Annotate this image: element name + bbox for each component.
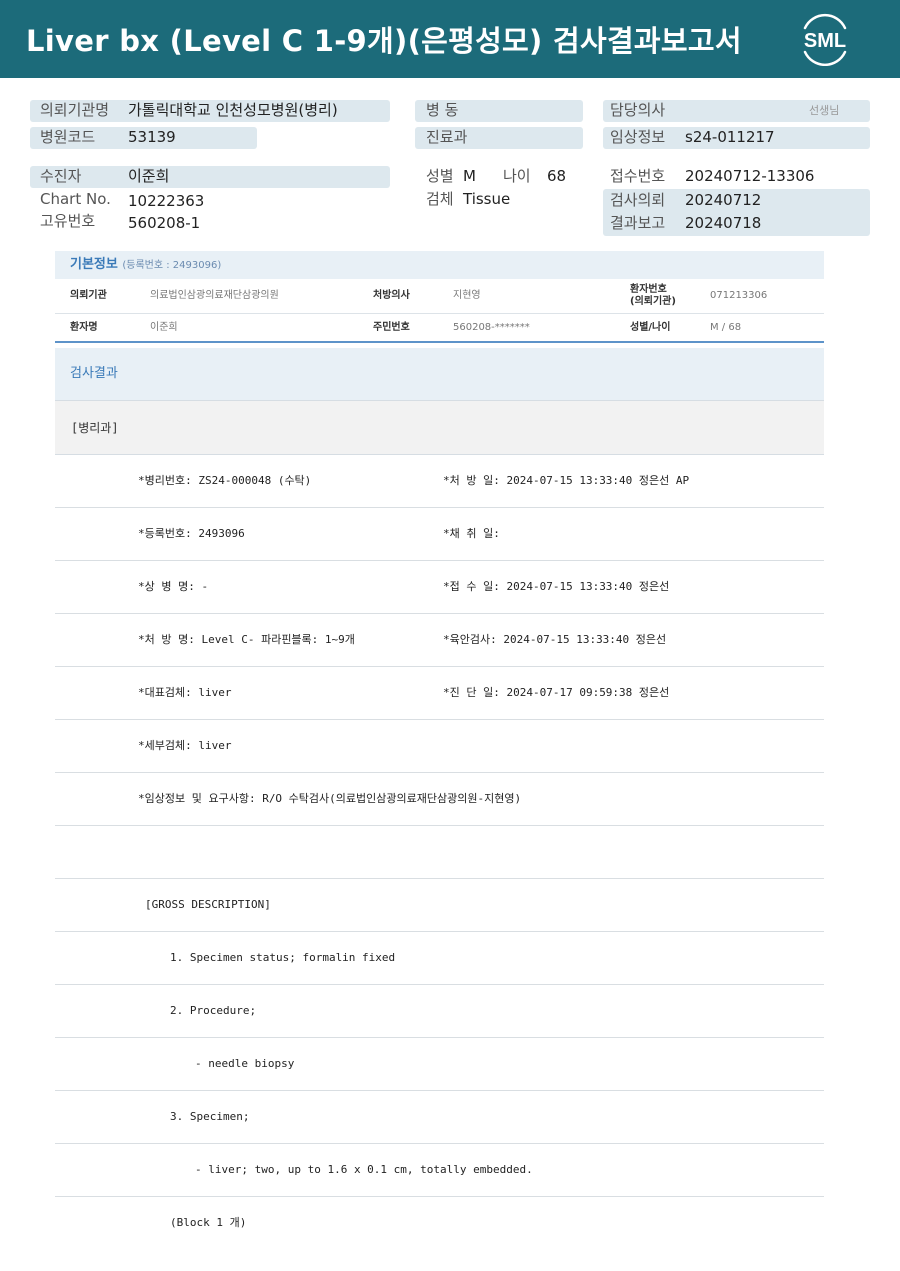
- doctor-suffix: 선생님: [809, 104, 840, 117]
- result-right: *처 방 일: 2024-07-15 13:33:40 정은선 AP: [443, 474, 690, 487]
- result-left: *세부검체: liver: [138, 739, 232, 752]
- examinee-label: 수진자: [40, 167, 82, 185]
- resident-no-value: 560208-*******: [453, 322, 530, 333]
- report-title: Liver bx (Level C 1-9개)(은평성모) 검사결과보고서: [26, 24, 742, 58]
- basic-info-table: 기본정보 (등록번호 : 2493096) 의뢰기관 의료법인삼광의료재단삼광의…: [55, 251, 824, 343]
- result-row: *세부검체: liver: [55, 720, 824, 773]
- reception-no-label: 접수번호: [610, 167, 666, 185]
- chart-no-value: 10222363: [128, 192, 205, 210]
- age-value: 68: [547, 167, 567, 185]
- results-title: 검사결과: [55, 348, 824, 401]
- basic-info-row: 환자명 이준희 주민번호 560208-******* 성별/나이 M / 68: [55, 314, 824, 343]
- gross-line: 3. Specimen;: [170, 1110, 250, 1123]
- request-date-value: 20240712: [685, 191, 762, 209]
- sex-value: M: [463, 167, 476, 185]
- age-label: 나이: [503, 167, 531, 185]
- results-section: 검사결과 [병리과] *병리번호: ZS24-000048 (수탁) *처 방 …: [55, 348, 824, 1249]
- gross-line-row: - needle biopsy: [55, 1038, 824, 1091]
- result-left: *대표검체: liver: [138, 686, 232, 699]
- unique-no-value: 560208-1: [128, 214, 201, 232]
- specimen-value: Tissue: [463, 190, 511, 208]
- gross-line-row: - liver; two, up to 1.6 x 0.1 cm, totall…: [55, 1144, 824, 1197]
- patient-no-label-1: 환자번호: [630, 284, 667, 295]
- ward-label: 병 동: [426, 101, 459, 119]
- patient-no-label-2: (의뢰기관): [630, 296, 676, 307]
- result-row: *병리번호: ZS24-000048 (수탁) *처 방 일: 2024-07-…: [55, 455, 824, 508]
- gross-description-title: [GROSS DESCRIPTION]: [145, 898, 271, 911]
- blank-row: [55, 826, 824, 879]
- result-row: *처 방 명: Level C- 파라핀블록: 1~9개 *육안검사: 2024…: [55, 614, 824, 667]
- unique-no-label: 고유번호: [40, 212, 96, 230]
- report-date-label: 결과보고: [610, 214, 666, 232]
- sex-age-value: M / 68: [710, 322, 742, 333]
- patient-name-value: 이준희: [150, 322, 178, 333]
- examinee-value: 이준희: [128, 167, 170, 185]
- report-date-value: 20240718: [685, 214, 762, 232]
- result-right: *채 취 일:: [443, 527, 500, 540]
- result-left: *상 병 명: -: [138, 580, 209, 593]
- gross-line-row: 1. Specimen status; formalin fixed: [55, 932, 824, 985]
- clinical-info-label: 임상정보: [610, 128, 666, 146]
- basic-info-title: 기본정보: [70, 257, 118, 272]
- result-row: *등록번호: 2493096 *채 취 일:: [55, 508, 824, 561]
- hospital-code-label: 병원코드: [40, 128, 96, 146]
- sex-label: 성별: [426, 167, 454, 185]
- gross-line: 1. Specimen status; formalin fixed: [170, 951, 396, 964]
- prescriber-label: 처방의사: [373, 290, 410, 301]
- department-label: 진료과: [426, 128, 468, 146]
- patient-no-label: 환자번호 (의뢰기관): [630, 284, 676, 308]
- svg-text:SML: SML: [804, 30, 846, 52]
- referring-institution-label: 의뢰기관명: [40, 101, 110, 119]
- inst-label: 의뢰기관: [70, 290, 107, 301]
- basic-info-header: 기본정보 (등록번호 : 2493096): [55, 251, 824, 279]
- gross-line-row: 2. Procedure;: [55, 985, 824, 1038]
- result-row: *임상정보 및 요구사항: R/O 수탁검사(의료법인삼광의료재단삼광의원-지현…: [55, 773, 824, 826]
- basic-info-row: 의뢰기관 의료법인삼광의료재단삼광의원 처방의사 지현영 환자번호 (의뢰기관)…: [55, 279, 824, 314]
- sex-age-label: 성별/나이: [630, 322, 671, 333]
- chart-no-label: Chart No.: [40, 190, 111, 208]
- gross-line: - liver; two, up to 1.6 x 0.1 cm, totall…: [195, 1163, 533, 1176]
- gross-line: - needle biopsy: [195, 1057, 295, 1070]
- bar-examinee: [30, 166, 390, 188]
- request-date-label: 검사의뢰: [610, 191, 666, 209]
- gross-line-row: 3. Specimen;: [55, 1091, 824, 1144]
- pathology-section-label: [병리과]: [55, 401, 824, 455]
- sml-logo: SML: [803, 13, 847, 66]
- result-row: *상 병 명: - *접 수 일: 2024-07-15 13:33:40 정은…: [55, 561, 824, 614]
- result-left: *등록번호: 2493096: [138, 527, 245, 540]
- patient-no-value: 071213306: [710, 290, 768, 301]
- specimen-label: 검체: [426, 190, 454, 208]
- result-row: *대표검체: liver *진 단 일: 2024-07-17 09:59:38…: [55, 667, 824, 720]
- prescriber-value: 지현영: [453, 290, 481, 301]
- result-left: *병리번호: ZS24-000048 (수탁): [138, 474, 312, 487]
- resident-no-label: 주민번호: [373, 322, 410, 333]
- gross-line: 2. Procedure;: [170, 1004, 257, 1017]
- result-left: *처 방 명: Level C- 파라핀블록: 1~9개: [138, 633, 355, 646]
- clinical-info-value: s24-011217: [685, 128, 775, 146]
- gross-line-row: (Block 1 개): [55, 1197, 824, 1249]
- result-right: *접 수 일: 2024-07-15 13:33:40 정은선: [443, 580, 670, 593]
- inst-value: 의료법인삼광의료재단삼광의원: [150, 290, 279, 301]
- result-left: *임상정보 및 요구사항: R/O 수탁검사(의료법인삼광의료재단삼광의원-지현…: [138, 792, 522, 805]
- referring-institution-value: 가톨릭대학교 인천성모병원(병리): [128, 101, 338, 119]
- gross-title-row: [GROSS DESCRIPTION]: [55, 879, 824, 932]
- patient-name-label: 환자명: [70, 322, 98, 333]
- reception-no-value: 20240712-13306: [685, 167, 815, 185]
- report-header: Liver bx (Level C 1-9개)(은평성모) 검사결과보고서 SM…: [0, 0, 900, 78]
- doctor-label: 담당의사: [610, 101, 666, 119]
- result-right: *진 단 일: 2024-07-17 09:59:38 정은선: [443, 686, 670, 699]
- hospital-code-value: 53139: [128, 128, 176, 146]
- registration-note: (등록번호 : 2493096): [122, 260, 222, 271]
- result-right: *육안검사: 2024-07-15 13:33:40 정은선: [443, 633, 667, 646]
- gross-line: (Block 1 개): [170, 1216, 247, 1229]
